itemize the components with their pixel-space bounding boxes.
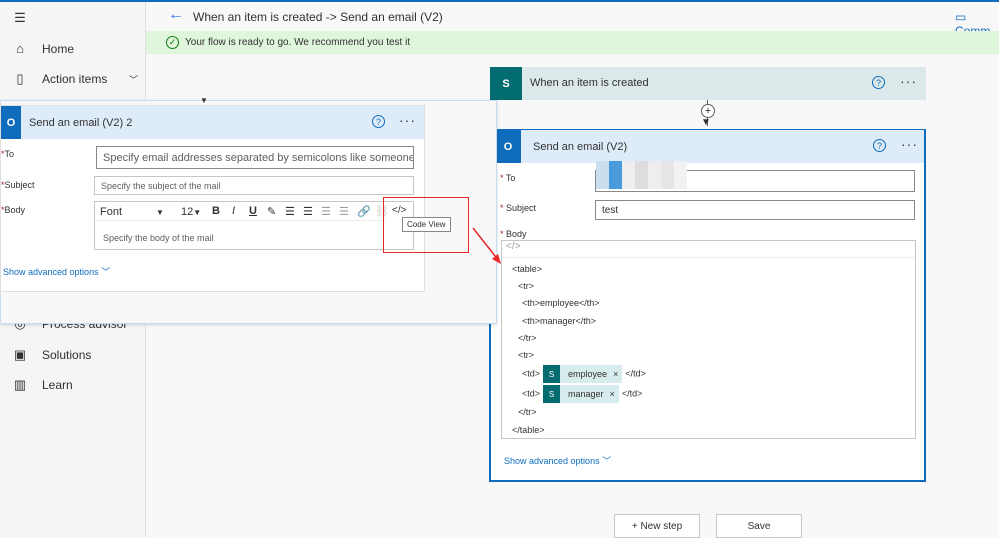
more-options-button[interactable]: ··· bbox=[900, 73, 917, 89]
body-label: *Body bbox=[1, 205, 26, 215]
more-options-button[interactable]: ··· bbox=[901, 136, 918, 152]
highlight-box bbox=[383, 197, 469, 253]
sidebar-item-solutions[interactable]: ▣ Solutions bbox=[12, 347, 92, 363]
home-icon: ⌂ bbox=[16, 41, 24, 56]
link-icon[interactable]: 🔗 bbox=[357, 205, 371, 218]
hamburger-icon: ☰ bbox=[14, 10, 26, 25]
top-accent-bar bbox=[0, 0, 999, 2]
dynamic-content-token[interactable]: Semployee × bbox=[543, 365, 623, 383]
chevron-down-icon: ﹀ bbox=[128, 74, 138, 85]
code-view-icon[interactable]: </> bbox=[502, 241, 915, 258]
check-circle-icon: ✓ bbox=[166, 36, 179, 49]
italic-icon[interactable]: I bbox=[232, 205, 235, 217]
subject-input[interactable]: Specify the subject of the mail bbox=[94, 176, 414, 195]
save-button[interactable]: Save bbox=[716, 514, 802, 538]
code-line: <th>employee</th> bbox=[522, 298, 600, 308]
code-line: <tr> bbox=[518, 350, 535, 360]
card-title: Send an email (V2) 2 bbox=[29, 116, 133, 129]
code-line: <th>manager</th> bbox=[522, 316, 597, 326]
card-title: Send an email (V2) bbox=[533, 140, 628, 153]
numbered-list-icon[interactable]: ☰ bbox=[303, 205, 313, 218]
code-line: <td> Smanager × </td> bbox=[522, 385, 642, 403]
remove-token-icon: × bbox=[609, 389, 615, 399]
sidebar-item-action-items[interactable]: ▯ Action items ﹀ bbox=[12, 71, 138, 87]
body-code-editor[interactable]: </> <table> <tr> <th>employee</th> <th>m… bbox=[501, 240, 916, 439]
sharepoint-icon: S bbox=[490, 67, 522, 100]
to-input[interactable] bbox=[595, 161, 915, 192]
clipboard-icon: ▯ bbox=[16, 71, 24, 86]
help-icon[interactable]: ? bbox=[372, 115, 385, 128]
book-icon: ▥ bbox=[13, 377, 27, 392]
chevron-down-icon: ﹀ bbox=[602, 456, 612, 466]
to-label: * To bbox=[500, 173, 516, 183]
decrease-indent-icon[interactable]: ☰ bbox=[321, 205, 331, 218]
underline-icon[interactable]: U bbox=[249, 205, 257, 217]
bold-icon[interactable]: B bbox=[212, 205, 220, 217]
flow-title: When an item is created -> Send an email… bbox=[193, 10, 443, 24]
sharepoint-icon: S bbox=[543, 385, 561, 403]
show-advanced-options-link[interactable]: Show advanced options ﹀ bbox=[3, 265, 110, 278]
sidebar-item-label: Home bbox=[42, 41, 75, 56]
new-step-button[interactable]: + New step bbox=[614, 514, 700, 538]
hamburger-menu-button[interactable]: ☰ bbox=[12, 10, 42, 26]
sidebar-item-home[interactable]: ⌂ Home bbox=[12, 41, 74, 56]
body-placeholder: Specify the body of the mail bbox=[103, 233, 214, 243]
code-line: <td> Semployee × </td> bbox=[522, 365, 646, 383]
annotation-arrow bbox=[472, 227, 501, 264]
code-line: </tr> bbox=[518, 407, 537, 417]
code-line: </table> bbox=[512, 425, 545, 435]
to-input[interactable]: Specify email addresses separated by sem… bbox=[96, 146, 414, 169]
pen-icon[interactable]: ✎ bbox=[267, 205, 276, 218]
sidebar-item-learn[interactable]: ▥ Learn bbox=[12, 377, 73, 393]
font-dropdown[interactable]: Font ▼ bbox=[100, 206, 164, 218]
font-size-dropdown[interactable]: 12▼ bbox=[181, 206, 201, 218]
sharepoint-icon: S bbox=[543, 365, 561, 383]
help-icon[interactable]: ? bbox=[872, 76, 885, 89]
status-banner: ✓ Your flow is ready to go. We recommend … bbox=[146, 31, 999, 54]
chevron-down-icon: ﹀ bbox=[101, 267, 111, 277]
insert-step-plus-icon[interactable]: + bbox=[701, 104, 715, 118]
sidebar-item-label: Learn bbox=[42, 378, 73, 392]
subject-label: *Subject bbox=[1, 180, 35, 190]
dynamic-content-token[interactable]: Smanager × bbox=[543, 385, 619, 403]
show-advanced-options-link[interactable]: Show advanced options ﹀ bbox=[504, 454, 611, 467]
solutions-icon: ▣ bbox=[13, 347, 27, 362]
redacted-recipient bbox=[596, 161, 687, 189]
code-line: </tr> bbox=[518, 333, 537, 343]
body-editor[interactable]: Font ▼ 12▼ B I U ✎ ☰ ☰ ☰ ☰ 🔗 ⛓ </> Specif… bbox=[94, 201, 414, 250]
code-line: <tr> bbox=[518, 281, 535, 291]
help-icon[interactable]: ? bbox=[873, 139, 886, 152]
bullet-list-icon[interactable]: ☰ bbox=[285, 205, 295, 218]
increase-indent-icon[interactable]: ☰ bbox=[339, 205, 349, 218]
banner-text: Your flow is ready to go. We recommend y… bbox=[185, 37, 411, 48]
sidebar-item-label: Action items bbox=[42, 72, 108, 86]
sidebar-item-label: Solutions bbox=[42, 348, 92, 362]
back-arrow-icon[interactable]: ← bbox=[168, 6, 184, 24]
trigger-card[interactable]: S When an item is created ? ··· bbox=[490, 67, 926, 100]
arrow-down-icon: ▼ bbox=[200, 96, 208, 105]
remove-token-icon: × bbox=[613, 369, 619, 379]
code-line: <table> bbox=[512, 264, 543, 274]
outlook-icon: O bbox=[1, 106, 21, 139]
arrow-down-icon: ▼ bbox=[701, 117, 711, 128]
subject-input[interactable]: test bbox=[595, 200, 915, 220]
comment-icon: ▭ bbox=[955, 10, 967, 24]
send-email-card: O Send an email (V2) ? ··· * To * Subjec… bbox=[489, 129, 926, 482]
send-email-card-2: O Send an email (V2) 2 ? ··· *To Specify… bbox=[0, 105, 425, 292]
outlook-icon: O bbox=[495, 130, 521, 163]
trigger-title: When an item is created bbox=[530, 77, 649, 89]
more-options-button[interactable]: ··· bbox=[399, 112, 416, 128]
to-label: *To bbox=[1, 149, 15, 159]
subject-label: * Subject bbox=[500, 203, 537, 213]
